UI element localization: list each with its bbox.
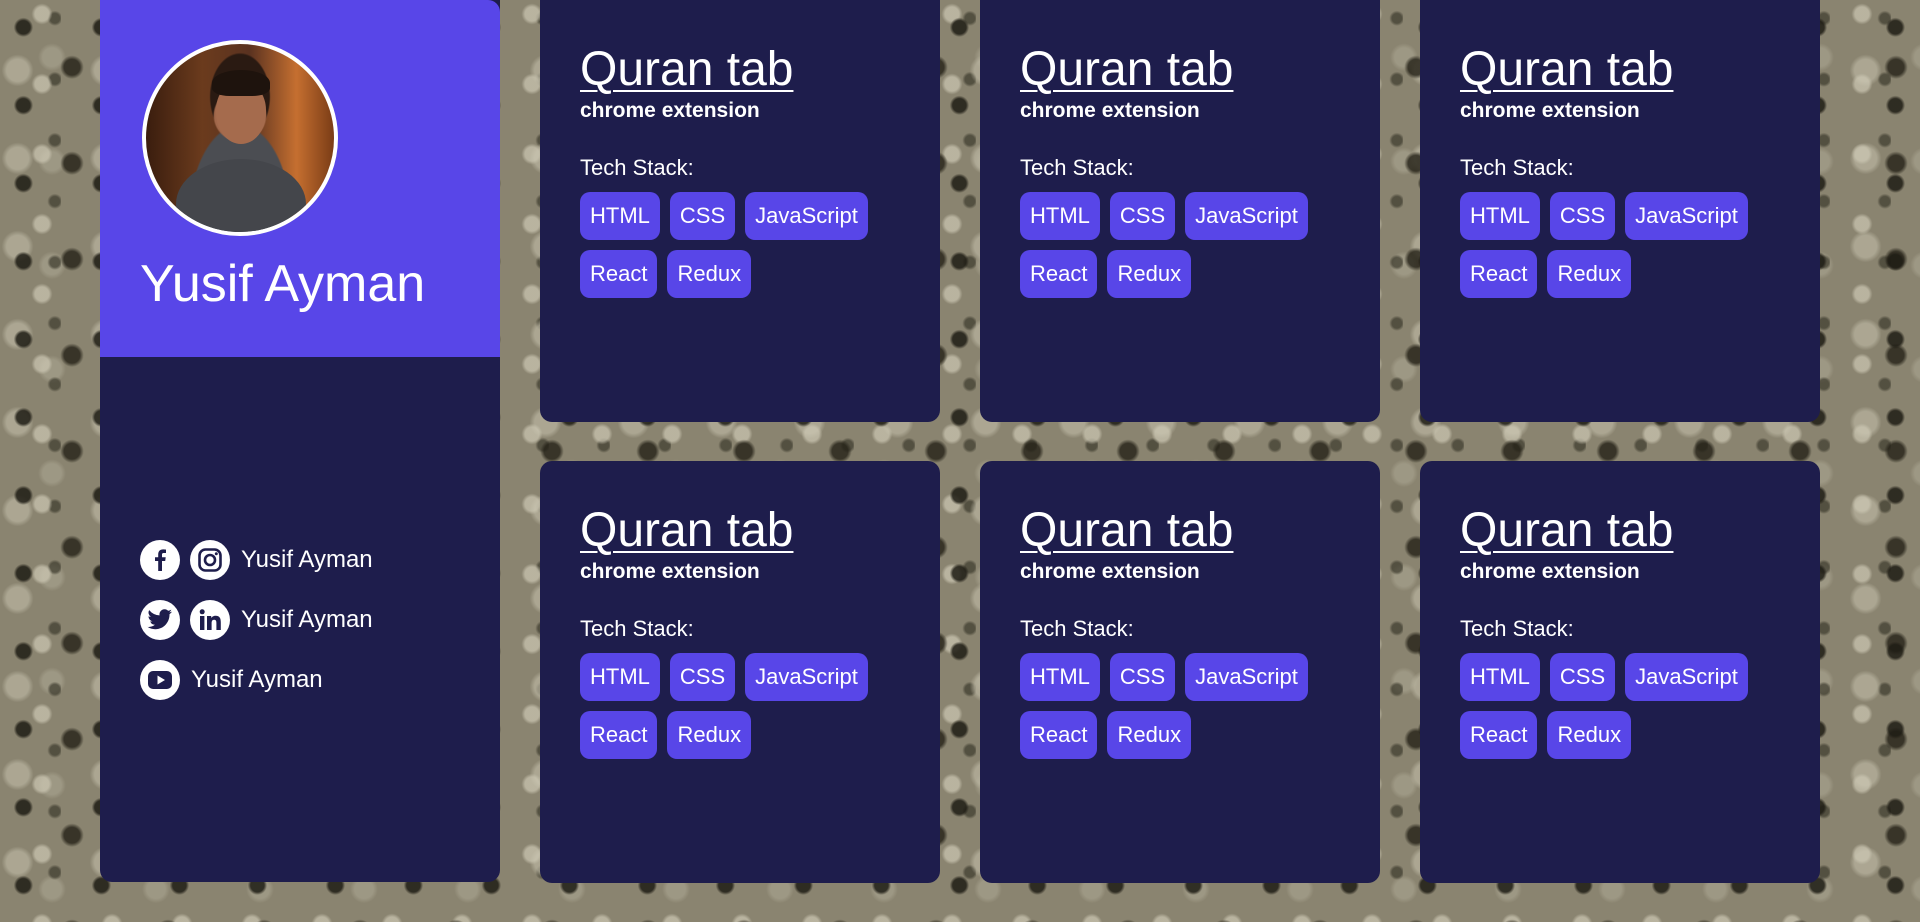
tech-tag-redux: Redux <box>667 250 752 298</box>
project-title-link[interactable]: Quran tab <box>1020 42 1233 98</box>
tech-tag-react: React <box>580 250 658 298</box>
tech-tag-html: HTML <box>1020 653 1100 701</box>
profile-name: Yusif Ayman <box>140 255 426 313</box>
tech-stack-label: Tech Stack: <box>580 616 694 641</box>
profile-header: Yusif Ayman <box>100 0 500 357</box>
tech-tag-react: React <box>1020 250 1098 298</box>
tech-tag-react: React <box>1460 711 1538 759</box>
project-subtitle: chrome extension <box>1460 560 1640 583</box>
social-links: Yusif Ayman Yusif Ayman Yusif Ayman <box>140 538 373 718</box>
project-subtitle: chrome extension <box>580 99 760 122</box>
tech-tag-css: CSS <box>1549 653 1616 701</box>
project-subtitle: chrome extension <box>1460 99 1640 122</box>
tech-tag-redux: Redux <box>1107 250 1192 298</box>
tech-tag-css: CSS <box>1109 192 1176 240</box>
tech-tags: HTML CSS JavaScript React Redux <box>580 653 920 759</box>
tech-tag-javascript: JavaScript <box>745 653 868 701</box>
linkedin-icon[interactable] <box>190 600 230 640</box>
social-row-2: Yusif Ayman <box>140 598 373 642</box>
project-title-link[interactable]: Quran tab <box>580 503 793 559</box>
tech-stack-label: Tech Stack: <box>1020 616 1134 641</box>
project-card: Quran tab chrome extension Tech Stack: H… <box>1420 0 1820 422</box>
tech-tag-css: CSS <box>1109 653 1176 701</box>
tech-tag-javascript: JavaScript <box>1625 192 1748 240</box>
tech-tag-javascript: JavaScript <box>1185 653 1308 701</box>
tech-tag-html: HTML <box>580 192 660 240</box>
project-card: Quran tab chrome extension Tech Stack: H… <box>980 461 1380 883</box>
tech-tag-javascript: JavaScript <box>1185 192 1308 240</box>
social-label-twitter-linkedin[interactable]: Yusif Ayman <box>241 606 373 634</box>
tech-stack-label: Tech Stack: <box>580 155 694 180</box>
tech-stack-label: Tech Stack: <box>1460 616 1574 641</box>
project-card: Quran tab chrome extension Tech Stack: H… <box>980 0 1380 422</box>
tech-tag-html: HTML <box>1020 192 1100 240</box>
tech-tag-redux: Redux <box>1107 711 1192 759</box>
avatar-shirt <box>176 159 306 232</box>
project-card: Quran tab chrome extension Tech Stack: H… <box>540 461 940 883</box>
tech-stack-label: Tech Stack: <box>1460 155 1574 180</box>
tech-tag-css: CSS <box>669 192 736 240</box>
tech-tag-javascript: JavaScript <box>745 192 868 240</box>
tech-tags: HTML CSS JavaScript React Redux <box>1020 192 1360 298</box>
project-subtitle: chrome extension <box>580 560 760 583</box>
project-title-link[interactable]: Quran tab <box>580 42 793 98</box>
tech-tag-css: CSS <box>669 653 736 701</box>
avatar <box>142 40 338 236</box>
tech-tag-redux: Redux <box>667 711 752 759</box>
tech-tag-react: React <box>580 711 658 759</box>
project-subtitle: chrome extension <box>1020 99 1200 122</box>
project-title-link[interactable]: Quran tab <box>1020 503 1233 559</box>
tech-tags: HTML CSS JavaScript React Redux <box>1460 192 1800 298</box>
project-title-link[interactable]: Quran tab <box>1460 42 1673 98</box>
tech-tag-react: React <box>1460 250 1538 298</box>
project-title-link[interactable]: Quran tab <box>1460 503 1673 559</box>
avatar-hair <box>212 70 270 96</box>
tech-tag-html: HTML <box>1460 192 1540 240</box>
twitter-icon[interactable] <box>140 600 180 640</box>
profile-card: Yusif Ayman Yusif Ayman Yusif Ayman Yusi… <box>100 0 500 882</box>
tech-tag-html: HTML <box>580 653 660 701</box>
social-row-1: Yusif Ayman <box>140 538 373 582</box>
social-label-facebook-instagram[interactable]: Yusif Ayman <box>241 546 373 574</box>
tech-tag-redux: Redux <box>1547 250 1632 298</box>
tech-tag-html: HTML <box>1460 653 1540 701</box>
tech-tags: HTML CSS JavaScript React Redux <box>580 192 920 298</box>
project-card: Quran tab chrome extension Tech Stack: H… <box>540 0 940 422</box>
tech-tag-css: CSS <box>1549 192 1616 240</box>
tech-tags: HTML CSS JavaScript React Redux <box>1020 653 1360 759</box>
facebook-icon[interactable] <box>140 540 180 580</box>
tech-tag-redux: Redux <box>1547 711 1632 759</box>
social-row-3: Yusif Ayman <box>140 658 373 702</box>
tech-tags: HTML CSS JavaScript React Redux <box>1460 653 1800 759</box>
tech-tag-react: React <box>1020 711 1098 759</box>
tech-stack-label: Tech Stack: <box>1020 155 1134 180</box>
social-label-youtube[interactable]: Yusif Ayman <box>191 666 323 694</box>
tech-tag-javascript: JavaScript <box>1625 653 1748 701</box>
youtube-icon[interactable] <box>140 660 180 700</box>
project-subtitle: chrome extension <box>1020 560 1200 583</box>
instagram-icon[interactable] <box>190 540 230 580</box>
project-card: Quran tab chrome extension Tech Stack: H… <box>1420 461 1820 883</box>
